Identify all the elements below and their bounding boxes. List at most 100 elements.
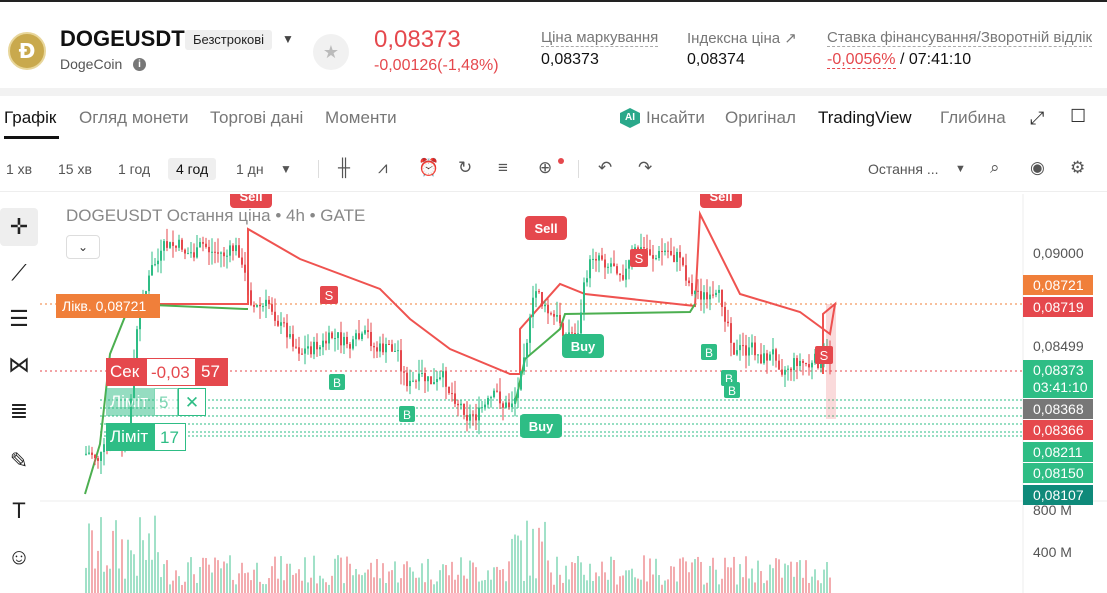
timeframe-15m[interactable]: 15 хв xyxy=(58,161,92,177)
limit-order-2-qty: 17 xyxy=(154,423,186,451)
candle-body xyxy=(469,414,471,421)
volume-bar xyxy=(649,558,651,593)
tab-chart[interactable]: Графік xyxy=(4,108,56,128)
volume-bar xyxy=(415,577,417,593)
candle-body xyxy=(742,345,744,347)
candle-body xyxy=(619,273,621,276)
timeframe-1h[interactable]: 1 год xyxy=(118,161,150,177)
candle-body xyxy=(391,344,393,352)
volume-bar xyxy=(247,572,249,593)
symbol-title[interactable]: DOGEUSDT xyxy=(60,26,185,52)
index-price-label[interactable]: Індексна ціна ↗ xyxy=(687,29,797,47)
limit-order-1[interactable]: Ліміт xyxy=(106,388,154,416)
candle-body xyxy=(805,362,807,365)
horizontal-lines-icon[interactable]: ☰ xyxy=(0,300,38,338)
volume-bar xyxy=(502,569,504,593)
volume-bar xyxy=(160,577,162,593)
undo-icon[interactable]: ↶ xyxy=(598,158,612,178)
settings-list-icon[interactable]: ≡ xyxy=(498,158,508,178)
volume-bar xyxy=(409,567,411,593)
volume-bar xyxy=(802,577,804,593)
volume-bar xyxy=(694,559,696,593)
candle-body xyxy=(472,414,474,416)
candle-body xyxy=(796,358,798,367)
candle-body xyxy=(97,458,99,461)
redo-icon[interactable]: ↷ xyxy=(638,158,652,178)
timeframe-1d[interactable]: 1 дн xyxy=(236,161,264,177)
price-type-dropdown-icon[interactable]: ▼ xyxy=(955,163,966,175)
price-type-select[interactable]: Остання ... xyxy=(868,161,939,177)
volume-bar xyxy=(208,564,210,593)
replay-icon[interactable]: ↻ xyxy=(458,158,472,178)
tab-trade-data[interactable]: Торгові дані xyxy=(210,108,303,128)
tab-depth[interactable]: Глибина xyxy=(940,108,1006,128)
limit-order-2[interactable]: Ліміт xyxy=(106,423,154,451)
emoji-icon[interactable]: ☺ xyxy=(0,538,38,576)
alert-icon[interactable]: ⏰ xyxy=(418,158,439,178)
search-icon[interactable]: ⌕ xyxy=(990,158,1000,178)
main-tabs: Графік Огляд монети Торгові дані Моменти… xyxy=(0,96,1107,140)
tab-moments[interactable]: Моменти xyxy=(325,108,397,128)
tab-insights[interactable]: Інсайти xyxy=(646,108,705,128)
candle-body xyxy=(418,373,420,382)
volume-bar xyxy=(196,582,198,593)
timeframe-dropdown-icon[interactable]: ▼ xyxy=(280,162,292,176)
volume-bar xyxy=(706,582,708,593)
candle-body xyxy=(289,334,291,338)
candle-body xyxy=(313,341,315,355)
indicators-icon[interactable]: ⩘ xyxy=(378,158,388,178)
candle-body xyxy=(184,249,186,254)
pattern-icon[interactable]: ⋈ xyxy=(0,346,38,384)
candle-body xyxy=(232,245,234,252)
candle-body xyxy=(583,282,585,313)
volume-bar xyxy=(136,575,138,593)
tab-tradingview[interactable]: TradingView xyxy=(818,108,912,128)
volume-bar xyxy=(505,581,507,593)
volume-bar xyxy=(289,563,291,593)
camera-icon[interactable]: ◉ xyxy=(1030,158,1045,178)
window-icon[interactable]: ☐ xyxy=(1070,106,1086,127)
timeframe-4h[interactable]: 4 год xyxy=(168,158,217,180)
candle-body xyxy=(307,346,309,349)
marker-s-label: S xyxy=(325,288,334,303)
volume-bar xyxy=(730,567,732,593)
brush-icon[interactable]: ✎ xyxy=(0,442,38,480)
funding-rate: -0,0056% xyxy=(827,51,896,69)
tab-coin-overview[interactable]: Огляд монети xyxy=(79,108,189,128)
crosshair-icon[interactable]: ✛ xyxy=(0,208,38,246)
candle-body xyxy=(598,255,600,261)
gear-icon[interactable]: ⚙ xyxy=(1070,158,1085,178)
expand-icon[interactable]: ⤢ xyxy=(1030,108,1044,129)
favorite-star-button[interactable]: ★ xyxy=(313,34,349,70)
volume-bar xyxy=(253,569,255,593)
candle-type-icon[interactable]: ╫ xyxy=(338,158,350,178)
order-side-sell[interactable]: Сек xyxy=(106,358,146,386)
text-tool-icon[interactable]: T xyxy=(0,492,38,530)
close-order-icon[interactable]: ✕ xyxy=(178,388,206,416)
candle-body xyxy=(217,252,219,254)
tab-original[interactable]: Оригінал xyxy=(725,108,796,128)
candle-body xyxy=(295,346,297,348)
volume-bar xyxy=(640,579,642,593)
info-icon[interactable]: i xyxy=(133,58,146,71)
volume-bar xyxy=(229,555,231,593)
candle-body xyxy=(403,371,405,373)
volume-bar xyxy=(190,557,192,593)
candle-body xyxy=(688,280,690,284)
timeframe-1m[interactable]: 1 хв xyxy=(6,161,32,177)
index-price-value: 0,08374 xyxy=(687,51,745,68)
symbol-dropdown-icon[interactable]: ▼ xyxy=(282,32,294,46)
add-icon[interactable]: ⊕ xyxy=(538,158,552,178)
volume-bar xyxy=(277,578,279,593)
candle-body xyxy=(625,268,627,280)
volume-bar xyxy=(217,560,219,593)
volume-bar xyxy=(646,581,648,593)
fib-icon[interactable]: ≣ xyxy=(0,392,38,430)
legend-collapse-button[interactable]: ⌄ xyxy=(66,235,100,259)
candle-body xyxy=(730,323,732,343)
limit-order-1-qty: 5 xyxy=(154,388,178,416)
price-pill: 0,08719 xyxy=(1023,297,1093,317)
candle-body xyxy=(241,257,243,265)
trendline-icon[interactable]: ⟋ xyxy=(0,254,38,292)
volume-bar xyxy=(403,564,405,593)
